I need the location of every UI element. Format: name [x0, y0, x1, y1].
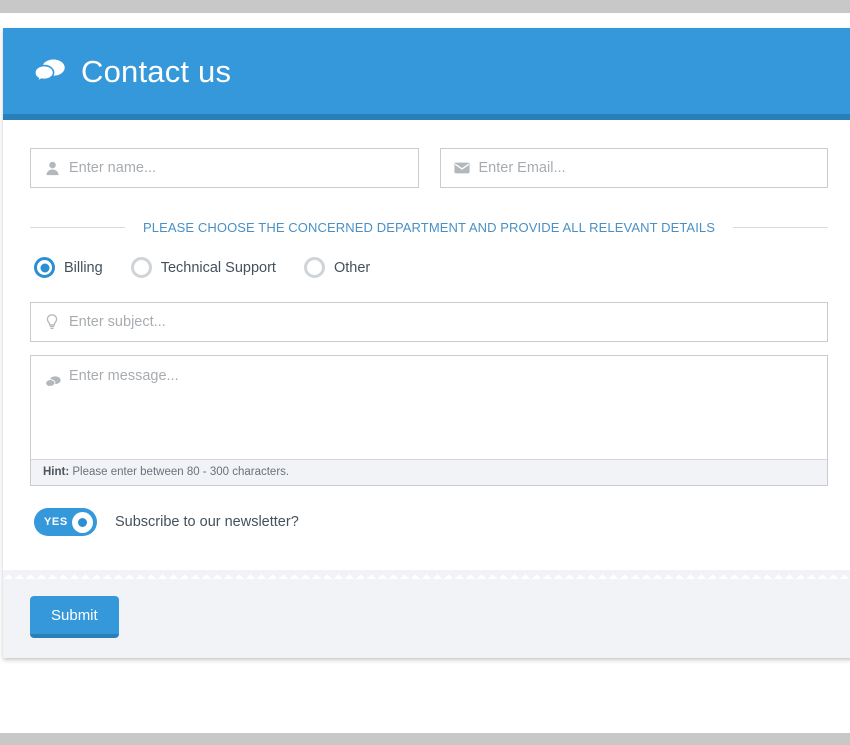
- radio-option-billing[interactable]: Billing: [34, 257, 103, 278]
- radio-mark-billing: [34, 257, 55, 278]
- page-top-band: [0, 0, 850, 13]
- name-input[interactable]: [30, 148, 419, 188]
- divider-line-left: [30, 227, 125, 228]
- radio-mark-other: [303, 257, 325, 278]
- contact-us-card: Contact us Enter name... Enter Email... …: [3, 28, 850, 658]
- toggle-state-text: YES: [44, 516, 68, 528]
- message-textarea[interactable]: [31, 356, 827, 459]
- name-email-row: [30, 148, 828, 188]
- radio-label-other: Other: [333, 259, 371, 276]
- radio-mark-technical-support: [130, 257, 152, 278]
- hint-label: Hint:: [43, 466, 70, 478]
- department-radio-group: Billing Technical Support Other: [30, 257, 828, 278]
- radio-label-technical-support: Technical Support: [160, 259, 276, 276]
- newsletter-row: YES Subscribe to our newsletter?: [34, 508, 828, 570]
- speech-bubbles-icon: [33, 56, 67, 86]
- newsletter-label: Subscribe to our newsletter?: [115, 514, 299, 530]
- subject-input[interactable]: [30, 302, 828, 342]
- radio-label-billing: Billing: [64, 259, 103, 276]
- radio-option-other[interactable]: Other: [303, 257, 371, 278]
- card-body: PLEASE CHOOSE THE CONCERNED DEPARTMENT A…: [3, 120, 850, 570]
- radio-option-technical-support[interactable]: Technical Support: [130, 257, 276, 278]
- subject-field-wrapper: [30, 302, 828, 342]
- name-field-wrapper: [30, 148, 419, 188]
- page-bottom-band: [0, 733, 850, 745]
- card-footer: Submit: [3, 579, 850, 658]
- section-divider: PLEASE CHOOSE THE CONCERNED DEPARTMENT A…: [30, 220, 828, 235]
- card-header: Contact us: [3, 28, 850, 120]
- email-input[interactable]: [439, 148, 828, 188]
- hint-text: Please enter between 80 - 300 characters…: [69, 466, 290, 478]
- toggle-knob: [72, 511, 93, 533]
- divider-line-right: [733, 227, 828, 228]
- newsletter-toggle[interactable]: YES: [34, 508, 97, 536]
- message-field-wrapper: Hint: Please enter between 80 - 300 char…: [30, 355, 828, 486]
- submit-button[interactable]: Submit: [30, 596, 119, 638]
- email-field-wrapper: [439, 148, 828, 188]
- divider-label: PLEASE CHOOSE THE CONCERNED DEPARTMENT A…: [142, 220, 716, 235]
- message-hint-bar: Hint: Please enter between 80 - 300 char…: [31, 459, 827, 485]
- perforated-divider: [3, 570, 850, 579]
- page-title: Contact us: [81, 53, 232, 89]
